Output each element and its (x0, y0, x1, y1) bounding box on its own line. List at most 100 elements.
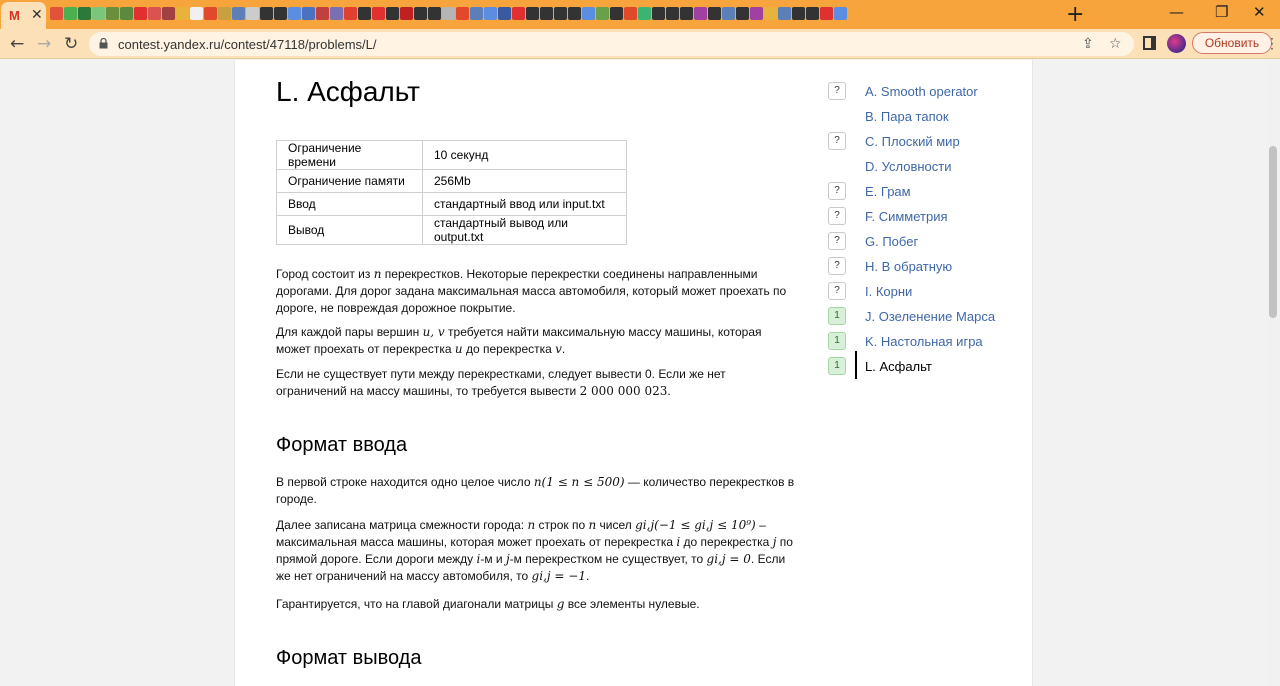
problem-item-b[interactable]: B. Пара тапок (828, 107, 1018, 127)
tab-favicon-icon[interactable] (834, 7, 847, 20)
tab-favicon-icon[interactable] (750, 7, 763, 20)
tab-favicon-icon[interactable] (526, 7, 539, 20)
tab-favicon-icon[interactable] (344, 7, 357, 20)
tab-favicon-icon[interactable] (498, 7, 511, 20)
tab-favicon-icon[interactable] (218, 7, 231, 20)
problem-item-k[interactable]: 1 K. Настольная игра (828, 332, 1018, 352)
tab-favicon-icon[interactable] (512, 7, 525, 20)
tab-favicon-icon[interactable] (162, 7, 175, 20)
tab-favicon-icon[interactable] (400, 7, 413, 20)
problem-link-current[interactable]: L. Асфальт (865, 359, 932, 374)
tab-favicon-icon[interactable] (484, 7, 497, 20)
tab-favicon-icon[interactable] (50, 7, 63, 20)
problem-link[interactable]: C. Плоский мир (865, 134, 960, 149)
tab-favicon-icon[interactable] (358, 7, 371, 20)
tab-favicon-icon[interactable] (232, 7, 245, 20)
problem-item-j[interactable]: 1 J. Озеленение Марса (828, 307, 1018, 327)
problem-link[interactable]: F. Симметрия (865, 209, 948, 224)
tab-favicon-icon[interactable] (204, 7, 217, 20)
back-icon[interactable]: ← (10, 34, 24, 54)
tab-favicon-icon[interactable] (722, 7, 735, 20)
forward-icon[interactable]: → (37, 34, 51, 54)
tab-favicon-icon[interactable] (120, 7, 133, 20)
active-tab[interactable]: M ✕ (1, 2, 46, 29)
status-badge: ? (828, 282, 846, 300)
reload-icon[interactable]: ↻ (64, 34, 78, 54)
tab-favicon-icon[interactable] (330, 7, 343, 20)
tab-favicon-icon[interactable] (316, 7, 329, 20)
tab-favicon-icon[interactable] (778, 7, 791, 20)
problem-link[interactable]: B. Пара тапок (865, 109, 949, 124)
problem-link[interactable]: K. Настольная игра (865, 334, 983, 349)
close-tab-icon[interactable]: ✕ (31, 7, 43, 23)
problem-link[interactable]: I. Корни (865, 284, 912, 299)
tab-favicon-icon[interactable] (274, 7, 287, 20)
tab-favicon-icon[interactable] (134, 7, 147, 20)
tab-favicon-icon[interactable] (148, 7, 161, 20)
new-tab-icon[interactable]: + (1066, 2, 1084, 27)
problem-item-a[interactable]: ? A. Smooth operator (828, 82, 1018, 102)
tab-favicon-icon[interactable] (372, 7, 385, 20)
problem-link[interactable]: J. Озеленение Марса (865, 309, 995, 324)
tab-favicon-icon[interactable] (78, 7, 91, 20)
problem-item-f[interactable]: ? F. Симметрия (828, 207, 1018, 227)
tab-favicon-icon[interactable] (638, 7, 651, 20)
tab-favicon-icon[interactable] (414, 7, 427, 20)
profile-avatar[interactable] (1167, 34, 1186, 53)
problem-item-e[interactable]: ? E. Грам (828, 182, 1018, 202)
problem-item-c[interactable]: ? C. Плоский мир (828, 132, 1018, 152)
bookmark-star-icon[interactable]: ☆ (1109, 36, 1122, 52)
problem-link[interactable]: A. Smooth operator (865, 84, 978, 99)
tab-favicon-icon[interactable] (106, 7, 119, 20)
tab-favicon-icon[interactable] (792, 7, 805, 20)
problem-link[interactable]: G. Побег (865, 234, 918, 249)
problem-item-i[interactable]: ? I. Корни (828, 282, 1018, 302)
close-window-icon[interactable]: ✕ (1253, 3, 1266, 21)
address-bar[interactable]: contest.yandex.ru/contest/47118/problems… (89, 32, 1134, 56)
tab-favicon-icon[interactable] (666, 7, 679, 20)
minimize-icon[interactable]: — (1169, 3, 1184, 21)
tab-favicon-icon[interactable] (386, 7, 399, 20)
page-scrollbar[interactable] (1266, 60, 1280, 686)
tab-favicon-icon[interactable] (176, 7, 189, 20)
tab-favicon-icon[interactable] (554, 7, 567, 20)
tab-favicon-icon[interactable] (624, 7, 637, 20)
tab-favicon-icon[interactable] (596, 7, 609, 20)
tab-favicon-icon[interactable] (568, 7, 581, 20)
tab-favicon-icon[interactable] (680, 7, 693, 20)
tab-favicon-icon[interactable] (456, 7, 469, 20)
tab-favicon-icon[interactable] (736, 7, 749, 20)
maximize-icon[interactable]: ❐ (1215, 3, 1228, 21)
tab-favicon-icon[interactable] (302, 7, 315, 20)
tab-favicon-icon[interactable] (470, 7, 483, 20)
tab-favicon-icon[interactable] (652, 7, 665, 20)
tab-favicon-icon[interactable] (442, 7, 455, 20)
tab-favicon-icon[interactable] (428, 7, 441, 20)
problem-link[interactable]: D. Условности (865, 159, 952, 174)
share-icon[interactable]: ⇪ (1082, 36, 1094, 52)
problem-item-d[interactable]: D. Условности (828, 157, 1018, 177)
tab-favicon-icon[interactable] (64, 7, 77, 20)
tab-favicon-icon[interactable] (764, 7, 777, 20)
problem-link[interactable]: E. Грам (865, 184, 911, 199)
side-panel-icon[interactable] (1143, 36, 1156, 50)
tab-favicon-icon[interactable] (190, 7, 203, 20)
tab-favicon-icon[interactable] (694, 7, 707, 20)
tab-favicon-icon[interactable] (806, 7, 819, 20)
tab-favicon-icon[interactable] (246, 7, 259, 20)
problem-item-l[interactable]: 1 L. Асфальт (828, 351, 1018, 379)
tab-favicon-icon[interactable] (260, 7, 273, 20)
tab-favicon-icon[interactable] (708, 7, 721, 20)
problem-link[interactable]: H. В обратную (865, 259, 952, 274)
update-button[interactable]: Обновить ⋮ (1192, 32, 1279, 54)
tab-favicon-icon[interactable] (582, 7, 595, 20)
tab-favicon-icon[interactable] (540, 7, 553, 20)
tab-favicon-icon[interactable] (288, 7, 301, 20)
problem-item-g[interactable]: ? G. Побег (828, 232, 1018, 252)
kebab-menu-icon[interactable]: ⋮ (1265, 33, 1279, 53)
problem-item-h[interactable]: ? H. В обратную (828, 257, 1018, 277)
scrollbar-thumb[interactable] (1269, 146, 1277, 318)
tab-favicon-icon[interactable] (92, 7, 105, 20)
tab-favicon-icon[interactable] (610, 7, 623, 20)
tab-favicon-icon[interactable] (820, 7, 833, 20)
